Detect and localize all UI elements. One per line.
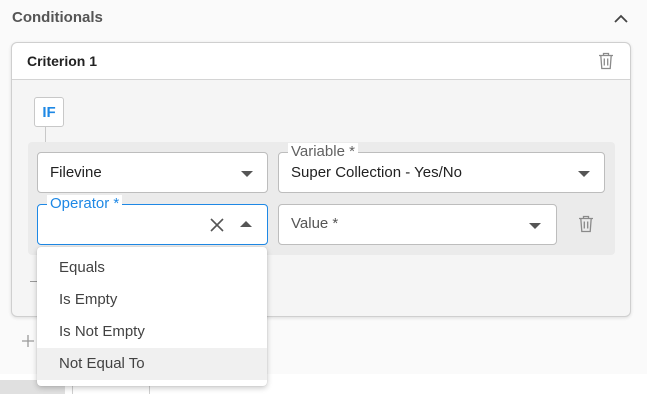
- plus-icon: [22, 335, 34, 347]
- operator-dropdown: Equals Is Empty Is Not Empty Not Equal T…: [37, 247, 267, 386]
- variable-select[interactable]: Variable * Super Collection - Yes/No: [278, 143, 605, 193]
- chevron-down-icon: [578, 171, 590, 177]
- chevron-up-icon: [240, 221, 252, 227]
- source-value: Filevine: [50, 164, 102, 181]
- add-criterion-button[interactable]: [19, 332, 37, 350]
- option-is-empty[interactable]: Is Empty: [37, 284, 267, 316]
- if-badge: IF: [34, 97, 64, 127]
- operator-select[interactable]: Operator *: [37, 195, 268, 245]
- trash-icon: [599, 52, 613, 70]
- section-title: Conditionals: [12, 9, 103, 26]
- criterion-header: Criterion 1: [12, 43, 630, 80]
- chevron-up-icon: [614, 14, 628, 23]
- value-placeholder: Value *: [291, 215, 339, 232]
- conditionals-page: Conditionals Criterion 1 IF Filevine Var…: [0, 0, 647, 394]
- operator-label: Operator *: [47, 195, 123, 213]
- chevron-down-icon: [241, 171, 253, 177]
- delete-condition-button[interactable]: [576, 214, 596, 234]
- source-select[interactable]: Filevine: [37, 152, 268, 193]
- variable-value: Super Collection - Yes/No: [291, 164, 462, 181]
- criterion-title: Criterion 1: [27, 53, 98, 69]
- if-connector: [45, 127, 46, 143]
- collapse-button[interactable]: [611, 9, 631, 27]
- clear-operator-button[interactable]: [207, 215, 227, 235]
- option-equals[interactable]: Equals: [37, 252, 267, 284]
- value-select[interactable]: Value *: [278, 204, 557, 245]
- trash-icon: [579, 215, 593, 233]
- option-is-not-empty[interactable]: Is Not Empty: [37, 316, 267, 348]
- close-icon: [210, 218, 224, 232]
- option-not-equal-to[interactable]: Not Equal To: [37, 348, 267, 380]
- delete-criterion-button[interactable]: [596, 51, 616, 71]
- chevron-down-icon: [529, 223, 541, 229]
- variable-label: Variable *: [288, 143, 358, 161]
